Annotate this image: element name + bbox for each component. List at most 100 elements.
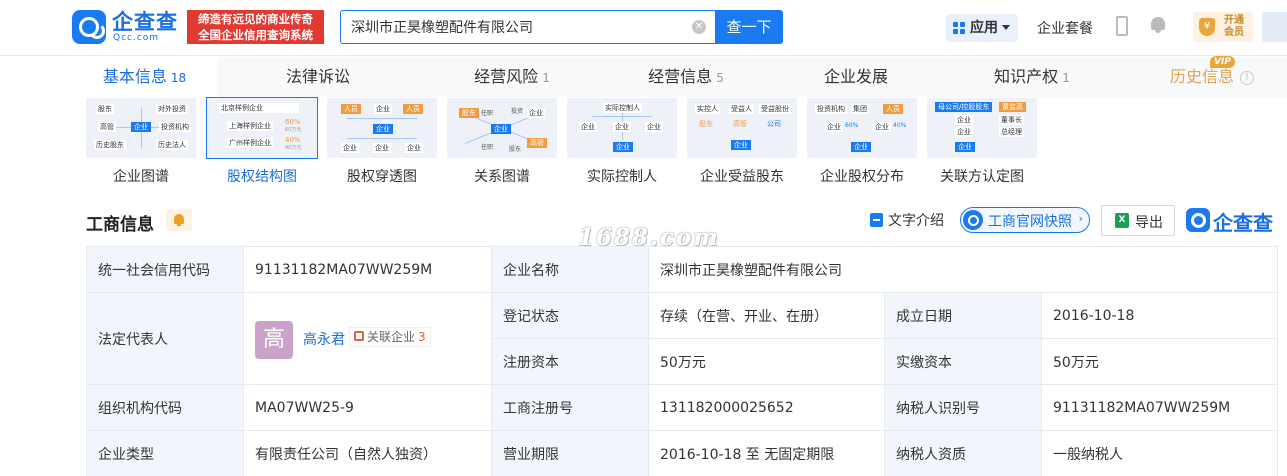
thumb-node: 企业 — [645, 122, 663, 132]
table-row: 法定代表人 高 高永君 关联企业 3 登记状态 存续（在营、开业、在册） 成立日期… — [86, 292, 1279, 385]
paid-capital-value: 50万元 — [1040, 338, 1279, 385]
tab-legal[interactable]: 法律诉讼 — [248, 57, 388, 97]
thumb-node: 历史股东 — [94, 140, 126, 150]
thumb-node: 企业 — [851, 142, 871, 152]
thumb-node: 任职 — [481, 110, 494, 117]
org-code-value: MA07WW25-9 — [243, 384, 492, 431]
equity-distribution-thumbnail: 投资机构 集团 人员 企业 60% 企业 40% 企业 — [807, 98, 917, 158]
company-nav-tabs: 基本信息 18 法律诉讼 经营风险 1 经营信息 5 企业发展 知识产权 1 历史信息! — [72, 57, 1287, 97]
grid-icon — [953, 22, 965, 34]
search-input[interactable] — [341, 11, 671, 43]
thumb-node: 企业 — [731, 140, 751, 150]
thumb-node: 任职 — [481, 144, 494, 151]
thumb-node: 40% — [893, 122, 907, 129]
tab-count: 1 — [542, 71, 550, 85]
open-vip-button[interactable]: ¥ 开通 会员 — [1193, 12, 1253, 42]
excel-icon: X — [1115, 213, 1129, 228]
card-beneficial-owner[interactable]: 实控人 受益人 受益股份 股东 高管 公司 企业 企业受益股东 — [687, 98, 797, 185]
logo-text[interactable]: 企查查 — [112, 6, 178, 36]
card-actual-controller[interactable]: 实际控制人 企业 企业 企业 企业 实际控制人 — [567, 98, 677, 185]
card-equity-penetration[interactable]: 人员 企业 人员 企业 企业 企业 企业 股权穿透图 — [327, 98, 437, 185]
user-avatar-icon[interactable] — [1262, 12, 1287, 42]
tab-label: 历史信息 — [1169, 67, 1234, 86]
business-term-value: 2016-10-18 至 无固定期限 — [648, 430, 885, 476]
thumb-node: 企业 — [955, 127, 973, 137]
qcc-logo-icon[interactable] — [72, 10, 106, 44]
official-snapshot-button[interactable]: 工商官网快照 › — [960, 207, 1090, 233]
brand-text: 企查查 — [1213, 211, 1273, 235]
taxpayer-qual-label: 纳税人资质 — [884, 430, 1042, 476]
snapshot-icon — [963, 210, 983, 230]
reg-no-value: 131182000025652 — [648, 384, 885, 431]
card-equity-distribution[interactable]: 投资机构 集团 人员 企业 60% 企业 40% 企业 企业股权分布 — [807, 98, 917, 185]
enterprise-graph-thumbnail: 股东 对外投资 高管 企业 投资机构 历史股东 历史法人 — [86, 98, 196, 158]
tab-ip[interactable]: 知识产权 1 — [962, 57, 1102, 97]
qcc-brand-icon — [1186, 208, 1210, 232]
reg-capital-label: 注册资本 — [491, 338, 649, 385]
thumb-node: 企业 — [527, 108, 545, 118]
legal-rep-avatar: 高 — [255, 320, 293, 359]
tab-label: 经营信息 — [648, 67, 713, 86]
thumb-node: 40% — [285, 136, 301, 144]
thumb-node: 企业 — [491, 124, 511, 134]
thumb-node: 40万元 — [285, 145, 302, 151]
related-label: 关联企业 — [367, 329, 416, 344]
thumb-node: 企业 — [131, 122, 151, 132]
legal-rep: 高 高永君 关联企业 3 — [255, 316, 480, 362]
card-equity-structure[interactable]: 北京样例企业 上海样例企业 广州样例企业 60% 60万元 40% 40万元 股… — [206, 97, 318, 185]
business-term-label: 营业期限 — [491, 430, 649, 476]
thumb-node: 受益股份 — [759, 104, 791, 114]
thumb-node: 投资机构 — [815, 104, 847, 114]
related-companies-badge[interactable]: 关联企业 3 — [349, 326, 431, 347]
thumb-node: 股东 — [459, 108, 479, 118]
thumb-node: 投资 — [511, 108, 524, 115]
beneficial-owner-thumbnail: 实控人 受益人 受益股份 股东 高管 公司 企业 — [687, 98, 797, 158]
thumb-node: 高管 — [98, 122, 116, 132]
thumb-node: 企业 — [873, 122, 891, 132]
legal-rep-cell: 高 高永君 关联企业 3 — [243, 292, 492, 385]
card-label: 实际控制人 — [587, 169, 657, 185]
reg-capital-value: 50万元 — [648, 338, 885, 385]
slogan-line-2: 全国企业信用查询系统 — [198, 28, 313, 42]
actual-controller-thumbnail: 实际控制人 企业 企业 企业 企业 — [567, 98, 677, 158]
enterprise-suite-link[interactable]: 企业套餐 — [1037, 18, 1093, 38]
top-header: 企查查 Qcc.com 缔造有远见的商业传奇 全国企业信用查询系统 ✕ 查一下 … — [0, 0, 1287, 56]
text-intro-icon[interactable] — [870, 213, 883, 227]
thumb-node: 实际控制人 — [603, 103, 642, 113]
taxpayer-id-label: 纳税人识别号 — [884, 384, 1042, 431]
search-button[interactable]: 查一下 — [715, 10, 783, 44]
taxpayer-qual-value: 一般纳税人 — [1040, 430, 1279, 476]
tab-development[interactable]: 企业发展 — [786, 57, 926, 97]
tab-operations[interactable]: 经营信息 5 — [616, 57, 756, 97]
thumb-node: 集团 — [851, 104, 869, 114]
alert-bell-icon[interactable] — [166, 209, 192, 231]
credit-code-value: 91131182MA07WW259M — [243, 246, 492, 293]
mobile-icon[interactable] — [1116, 16, 1128, 36]
bell-icon[interactable] — [1150, 16, 1166, 34]
thumb-node: 企业 — [579, 122, 597, 132]
card-label: 关联方认定图 — [940, 169, 1024, 185]
thumb-node: 股东 — [509, 146, 522, 153]
card-relation-graph[interactable]: 股东 任职 投资 企业 企业 任职 股东 高管 关系图谱 — [447, 98, 557, 185]
section-title: 工商信息 — [86, 215, 154, 235]
export-button[interactable]: X 导出 — [1101, 205, 1175, 236]
card-enterprise-graph[interactable]: 股东 对外投资 高管 企业 投资机构 历史股东 历史法人 企业图谱 — [86, 98, 196, 185]
vip-text-line-1: 开通 — [1224, 15, 1244, 26]
related-count: 3 — [418, 329, 426, 344]
text-intro-link[interactable]: 文字介绍 — [888, 210, 944, 230]
table-row: 组织机构代码 MA07WW25-9 工商注册号 131182000025652 … — [86, 384, 1279, 431]
apps-menu-button[interactable]: 应用 — [946, 14, 1018, 42]
tab-label: 知识产权 — [994, 67, 1059, 86]
tab-label: 基本信息 — [102, 67, 167, 86]
thumb-node: 企业 — [373, 143, 391, 153]
legal-rep-name-link[interactable]: 高永君 — [303, 329, 345, 349]
info-icon: ! — [1240, 70, 1254, 85]
thumb-node: 总经理 — [999, 127, 1024, 137]
tab-basic-info[interactable]: 基本信息 18 — [72, 57, 217, 97]
related-party-thumbnail: 母公司/控股股东 董监高 企业 董事长 企业 总经理 企业 — [927, 98, 1037, 158]
tab-risk[interactable]: 经营风险 1 — [442, 57, 582, 97]
clear-icon[interactable]: ✕ — [692, 20, 706, 34]
thumb-node: 高管 — [527, 138, 547, 148]
card-label: 股权穿透图 — [347, 169, 417, 185]
card-related-party[interactable]: 母公司/控股股东 董监高 企业 董事长 企业 总经理 企业 关联方认定图 — [927, 98, 1037, 185]
